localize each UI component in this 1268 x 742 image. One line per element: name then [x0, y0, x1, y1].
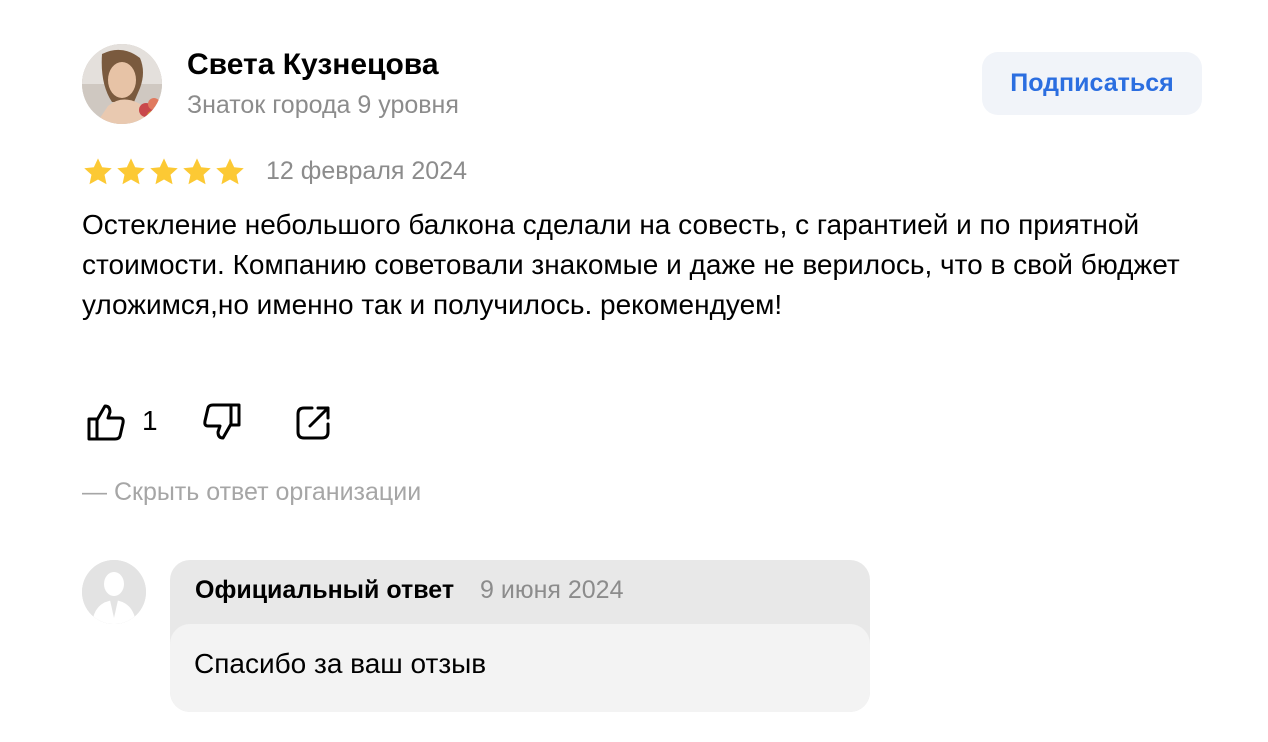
person-placeholder-icon [82, 560, 146, 624]
star-icon [117, 158, 145, 185]
avatar-photo [82, 44, 162, 124]
official-reply-label: Официальный ответ [195, 576, 455, 604]
official-reply-date: 9 июня 2024 [480, 576, 624, 604]
review-date: 12 февраля 2024 [266, 157, 468, 185]
thumbs-up-icon[interactable] [84, 400, 128, 444]
author-avatar[interactable] [82, 44, 162, 124]
author-name[interactable]: Света Кузнецова [187, 48, 439, 82]
org-reply-card: Официальный ответ 9 июня 2024 Спасибо за… [170, 560, 870, 712]
rating-stars [82, 156, 246, 188]
subscribe-button[interactable]: Подписаться [982, 52, 1202, 115]
org-avatar [82, 560, 146, 624]
star-icon [183, 158, 211, 185]
share-icon[interactable] [292, 400, 336, 444]
review-text: Остекление небольшого балкона сделали на… [82, 209, 1180, 320]
hide-org-reply-link[interactable]: — Скрыть ответ организации [82, 478, 421, 507]
thumbs-down-icon[interactable] [200, 400, 244, 444]
like-count: 1 [142, 405, 158, 436]
official-reply-body: Спасибо за ваш отзыв [170, 624, 870, 712]
star-icon [150, 158, 178, 185]
official-reply-text: Спасибо за ваш отзыв [194, 648, 487, 679]
author-level: Знаток города 9 уровня [187, 91, 459, 119]
star-icon [216, 158, 244, 185]
star-icon [84, 158, 112, 185]
